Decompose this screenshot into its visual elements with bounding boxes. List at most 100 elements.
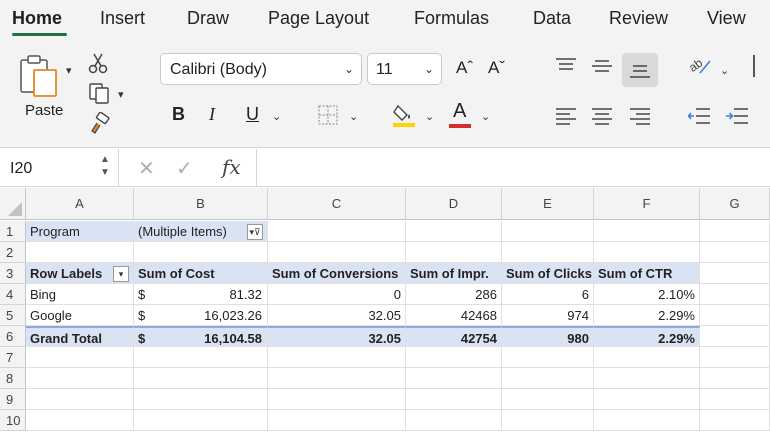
pivot-header-ctr[interactable]: Sum of CTR	[594, 263, 700, 284]
align-top-icon[interactable]	[556, 57, 576, 73]
cancel-icon[interactable]: ✕	[138, 156, 155, 181]
empty-cell[interactable]	[26, 368, 134, 389]
empty-cell[interactable]	[26, 242, 134, 263]
empty-cell[interactable]	[594, 242, 700, 263]
empty-cell[interactable]	[406, 389, 502, 410]
empty-cell[interactable]	[134, 410, 268, 431]
row-header-4[interactable]: 4	[0, 284, 26, 305]
row-header-10[interactable]: 10	[0, 410, 26, 431]
name-box[interactable]: I20	[10, 160, 32, 178]
empty-cell[interactable]	[406, 410, 502, 431]
wrap-text-icon[interactable]	[753, 55, 755, 77]
empty-cell[interactable]	[406, 368, 502, 389]
pivot-header-row-labels[interactable]: Row Labels ▾	[26, 263, 134, 284]
orientation-icon[interactable]: ab	[688, 55, 712, 77]
row-header-5[interactable]: 5	[0, 305, 26, 326]
copy-icon[interactable]	[88, 82, 110, 104]
empty-cell[interactable]	[406, 242, 502, 263]
empty-cell[interactable]	[502, 389, 594, 410]
decrease-indent-icon[interactable]	[688, 107, 710, 125]
empty-cell[interactable]	[268, 221, 406, 242]
align-center-icon[interactable]	[592, 107, 612, 125]
format-painter-icon[interactable]	[88, 112, 110, 134]
filter-dropdown-icon[interactable]: ▾⊽	[247, 224, 263, 240]
increase-font-size-button[interactable]: Aˆ	[456, 58, 473, 78]
empty-cell[interactable]	[594, 221, 700, 242]
paste-label[interactable]: Paste	[25, 102, 63, 119]
copy-dropdown-icon[interactable]: ▾	[118, 88, 124, 101]
grand-total-impr[interactable]: 42754	[406, 326, 502, 347]
empty-cell[interactable]	[134, 347, 268, 368]
empty-cell[interactable]	[594, 410, 700, 431]
cut-icon[interactable]	[88, 52, 108, 74]
empty-cell[interactable]	[700, 347, 770, 368]
conversions-cell[interactable]: 32.05	[268, 305, 406, 326]
decrease-font-size-button[interactable]: Aˇ	[488, 58, 505, 78]
confirm-icon[interactable]: ✓	[176, 156, 193, 181]
pivot-header-clicks[interactable]: Sum of Clicks	[502, 263, 594, 284]
tab-formulas[interactable]: Formulas	[414, 8, 489, 29]
underline-button[interactable]: U	[246, 104, 259, 125]
tab-view[interactable]: View	[707, 8, 746, 29]
bold-button[interactable]: B	[172, 104, 185, 125]
font-color-dropdown-icon[interactable]: ⌄	[481, 110, 490, 123]
row-header-8[interactable]: 8	[0, 368, 26, 389]
underline-dropdown-icon[interactable]: ⌄	[272, 110, 281, 123]
table-row-label[interactable]: Bing	[26, 284, 134, 305]
paste-icon[interactable]	[18, 54, 62, 98]
empty-cell[interactable]	[134, 389, 268, 410]
empty-cell[interactable]	[406, 221, 502, 242]
borders-icon[interactable]	[318, 105, 338, 125]
empty-cell[interactable]	[406, 347, 502, 368]
grand-total-label[interactable]: Grand Total	[26, 326, 134, 347]
align-middle-icon[interactable]	[592, 59, 612, 75]
empty-cell[interactable]	[26, 410, 134, 431]
row-header-9[interactable]: 9	[0, 389, 26, 410]
pivot-header-conversions[interactable]: Sum of Conversions	[268, 263, 406, 284]
empty-cell[interactable]	[700, 305, 770, 326]
paste-dropdown-icon[interactable]: ▾	[66, 64, 72, 77]
tab-review[interactable]: Review	[609, 8, 668, 29]
empty-cell[interactable]	[594, 368, 700, 389]
empty-cell[interactable]	[502, 368, 594, 389]
empty-cell[interactable]	[268, 242, 406, 263]
name-box-stepper-icon[interactable]: ▲ ▼	[100, 153, 110, 179]
align-bottom-button[interactable]	[622, 53, 658, 87]
impr-cell[interactable]: 286	[406, 284, 502, 305]
empty-cell[interactable]	[700, 284, 770, 305]
empty-cell[interactable]	[268, 410, 406, 431]
column-header-g[interactable]: G	[700, 188, 770, 220]
select-all-corner[interactable]	[0, 188, 26, 220]
row-header-2[interactable]: 2	[0, 242, 26, 263]
align-right-icon[interactable]	[630, 107, 650, 125]
table-row-label[interactable]: Google	[26, 305, 134, 326]
tab-page-layout[interactable]: Page Layout	[268, 8, 369, 29]
empty-cell[interactable]	[700, 368, 770, 389]
empty-cell[interactable]	[268, 347, 406, 368]
column-header-c[interactable]: C	[268, 188, 406, 220]
empty-cell[interactable]	[26, 347, 134, 368]
grand-total-conversions[interactable]: 32.05	[268, 326, 406, 347]
tab-data[interactable]: Data	[533, 8, 571, 29]
cost-cell[interactable]: $ 81.32	[134, 284, 268, 305]
empty-cell[interactable]	[134, 242, 268, 263]
filter-value-cell[interactable]: (Multiple Items) ▾⊽	[134, 221, 268, 242]
empty-cell[interactable]	[26, 389, 134, 410]
row-header-1[interactable]: 1	[0, 221, 26, 242]
font-color-button[interactable]: A	[449, 100, 473, 128]
empty-cell[interactable]	[700, 410, 770, 431]
grand-total-ctr[interactable]: 2.29%	[594, 326, 700, 347]
empty-cell[interactable]	[502, 221, 594, 242]
impr-cell[interactable]: 42468	[406, 305, 502, 326]
empty-cell[interactable]	[594, 347, 700, 368]
empty-cell[interactable]	[700, 221, 770, 242]
insert-function-icon[interactable]: fx	[222, 155, 241, 179]
empty-cell[interactable]	[502, 242, 594, 263]
pivot-header-impr[interactable]: Sum of Impr.	[406, 263, 502, 284]
conversions-cell[interactable]: 0	[268, 284, 406, 305]
empty-cell[interactable]	[700, 326, 770, 347]
font-name-select[interactable]: Calibri (Body) ⌄	[160, 53, 362, 85]
row-header-6[interactable]: 6	[0, 326, 26, 347]
italic-button[interactable]: I	[209, 104, 215, 125]
column-header-e[interactable]: E	[502, 188, 594, 220]
